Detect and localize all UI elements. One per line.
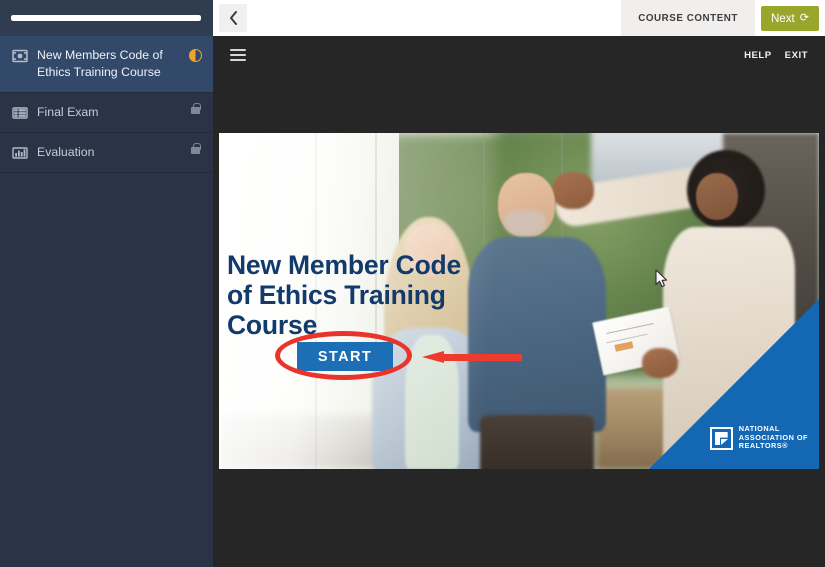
next-button[interactable]: Next ⟳ bbox=[760, 5, 819, 31]
exit-link[interactable]: EXIT bbox=[785, 50, 808, 61]
red-arrow-annotation bbox=[422, 351, 522, 363]
mouse-cursor bbox=[655, 269, 668, 288]
sidebar-item-label: Final Exam bbox=[37, 105, 99, 119]
course-player-window: New Members Code of Ethics Training Cour… bbox=[0, 0, 825, 567]
realtor-r-icon bbox=[709, 426, 733, 450]
course-progress-fill bbox=[11, 15, 201, 21]
nar-logo: NATIONAL ASSOCIATION OF REALTORS® bbox=[709, 425, 808, 451]
slide-icon bbox=[12, 48, 28, 64]
nar-logo-text: NATIONAL ASSOCIATION OF REALTORS® bbox=[739, 425, 808, 451]
list-icon bbox=[12, 105, 28, 121]
hamburger-menu-icon[interactable] bbox=[230, 49, 246, 61]
bar-chart-icon bbox=[12, 145, 28, 161]
next-button-label: Next bbox=[770, 11, 795, 25]
sidebar-item-new-members-code-of-ethics-training-course[interactable]: New Members Code of Ethics Training Cour… bbox=[0, 36, 213, 93]
sidebar-item-final-exam[interactable]: Final Exam bbox=[0, 93, 213, 133]
refresh-icon: ⟳ bbox=[799, 11, 809, 24]
course-progress-bar bbox=[11, 15, 201, 21]
help-link[interactable]: HELP bbox=[744, 50, 772, 61]
chevron-left-icon bbox=[229, 11, 237, 25]
player-control-bar: HELP EXIT bbox=[213, 40, 825, 70]
sidebar-progress-header bbox=[0, 0, 213, 36]
sidebar-item-evaluation[interactable]: Evaluation bbox=[0, 133, 213, 173]
lock-icon bbox=[189, 103, 203, 121]
red-ellipse-highlight-annotation bbox=[275, 331, 412, 380]
half-circle-progress-icon bbox=[189, 48, 203, 64]
slide-stage: NATIONAL ASSOCIATION OF REALTORS® New Me… bbox=[219, 133, 819, 469]
course-content-button[interactable]: COURSE CONTENT bbox=[621, 0, 755, 36]
nar-logo-line-3: REALTORS® bbox=[738, 441, 789, 451]
slide-title: New Member Code of Ethics Training Cours… bbox=[227, 250, 462, 340]
course-outline-sidebar: New Members Code of Ethics Training Cour… bbox=[0, 0, 213, 567]
back-button[interactable] bbox=[219, 4, 247, 32]
sidebar-item-label: New Members Code of Ethics Training Cour… bbox=[37, 48, 163, 79]
sidebar-item-label: Evaluation bbox=[37, 145, 95, 159]
course-top-toolbar: COURSE CONTENT Next ⟳ bbox=[213, 0, 825, 36]
lock-icon bbox=[189, 143, 203, 161]
